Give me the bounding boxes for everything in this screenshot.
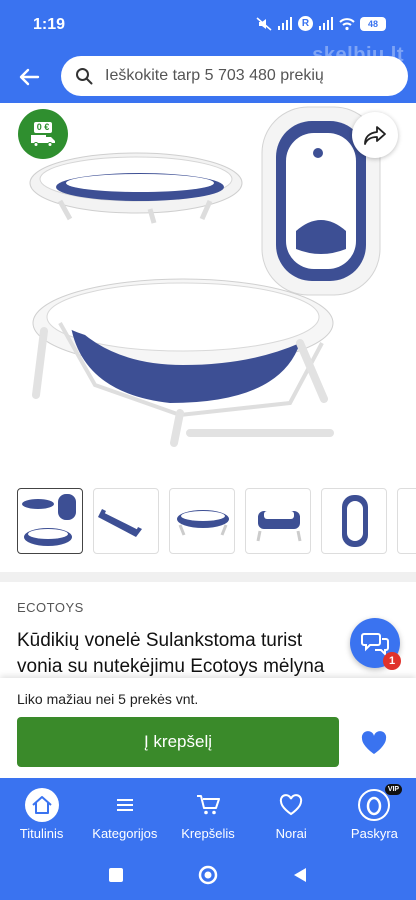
share-button[interactable] (352, 112, 398, 158)
nav-label: Titulinis (19, 826, 64, 841)
thumbnail[interactable] (321, 488, 387, 554)
search-bar[interactable] (61, 56, 408, 96)
back-triangle-icon[interactable] (291, 866, 309, 884)
home-circle-icon[interactable] (197, 864, 219, 886)
product-title-line: vonia su nutekėjimu Ecotoys mėlyna (17, 656, 325, 677)
roaming-badge: R (298, 16, 313, 31)
thumbnail[interactable] (245, 488, 311, 554)
nav-item-account[interactable]: VIP Paskyra (333, 778, 416, 850)
thumbnail-image (98, 508, 142, 537)
thumbnail-image (177, 510, 229, 536)
favorite-button[interactable] (356, 727, 392, 759)
cart-icon (191, 788, 225, 822)
home-icon (24, 788, 59, 822)
vip-badge: VIP (384, 784, 403, 795)
signal-icon (319, 16, 333, 30)
thumbnail[interactable] (397, 488, 416, 554)
wifi-icon (339, 17, 355, 30)
product-page: 1:19 R 48 skelbiu.lt Ieškokite tarp 5 70… (0, 0, 416, 900)
nav-label: Kategorijos (92, 826, 158, 841)
recents-icon[interactable] (107, 866, 125, 884)
status-time: 1:19 (33, 16, 66, 33)
nav-label: Norai (275, 826, 307, 841)
heart-icon (274, 788, 308, 822)
thumbnail[interactable] (17, 488, 83, 554)
truck-icon (31, 134, 55, 147)
thumbnail-strip (17, 488, 416, 558)
product-brand[interactable]: ECOTOYS (17, 600, 84, 615)
nav-item-wishlist[interactable]: Norai (250, 778, 333, 850)
price-badge-value: 0 € (33, 121, 53, 133)
mute-icon (256, 16, 272, 31)
product-title-line: Kūdikių vonelė Sulankstoma turist (17, 630, 303, 651)
thumbnail-image (22, 494, 76, 546)
delivery-price-badge: 0 € (18, 109, 68, 159)
nav-label: Paskyra (350, 826, 398, 841)
system-navigation (0, 850, 416, 900)
product-image (29, 106, 381, 447)
product-title: Kūdikių vonelė Sulankstoma turist vonia … (17, 628, 397, 680)
thumbnail[interactable] (169, 488, 235, 554)
status-bar: 1:19 R 48 (0, 0, 416, 46)
add-to-cart-button[interactable]: Į krepšelį (17, 717, 339, 767)
heart-icon (361, 731, 387, 754)
share-icon (364, 126, 386, 145)
bottom-navigation: Titulinis Kategorijos Krepšelis Norai VI… (0, 778, 416, 850)
chat-icon (361, 633, 389, 656)
menu-icon (108, 788, 142, 822)
thumbnail-image (342, 495, 368, 547)
status-icons: R 48 (256, 16, 386, 31)
thumbnail[interactable] (93, 488, 159, 554)
back-button[interactable] (12, 60, 46, 94)
nav-item-home[interactable]: Titulinis (0, 778, 83, 850)
thumbnail-image (256, 511, 302, 542)
nav-item-cart[interactable]: Krepšelis (166, 778, 249, 850)
arrow-left-icon (19, 68, 40, 86)
search-icon (76, 68, 93, 85)
battery-indicator: 48 (360, 16, 386, 31)
stock-notice: Liko mažiau nei 5 prekės vnt. (17, 691, 199, 707)
product-image-gallery[interactable] (0, 103, 416, 475)
chat-unread-badge: 1 (383, 652, 401, 670)
section-divider (0, 572, 416, 582)
signal-icon (278, 16, 292, 30)
nav-label: Krepšelis (181, 826, 235, 841)
nav-item-categories[interactable]: Kategorijos (83, 778, 166, 850)
search-input[interactable] (105, 67, 355, 85)
